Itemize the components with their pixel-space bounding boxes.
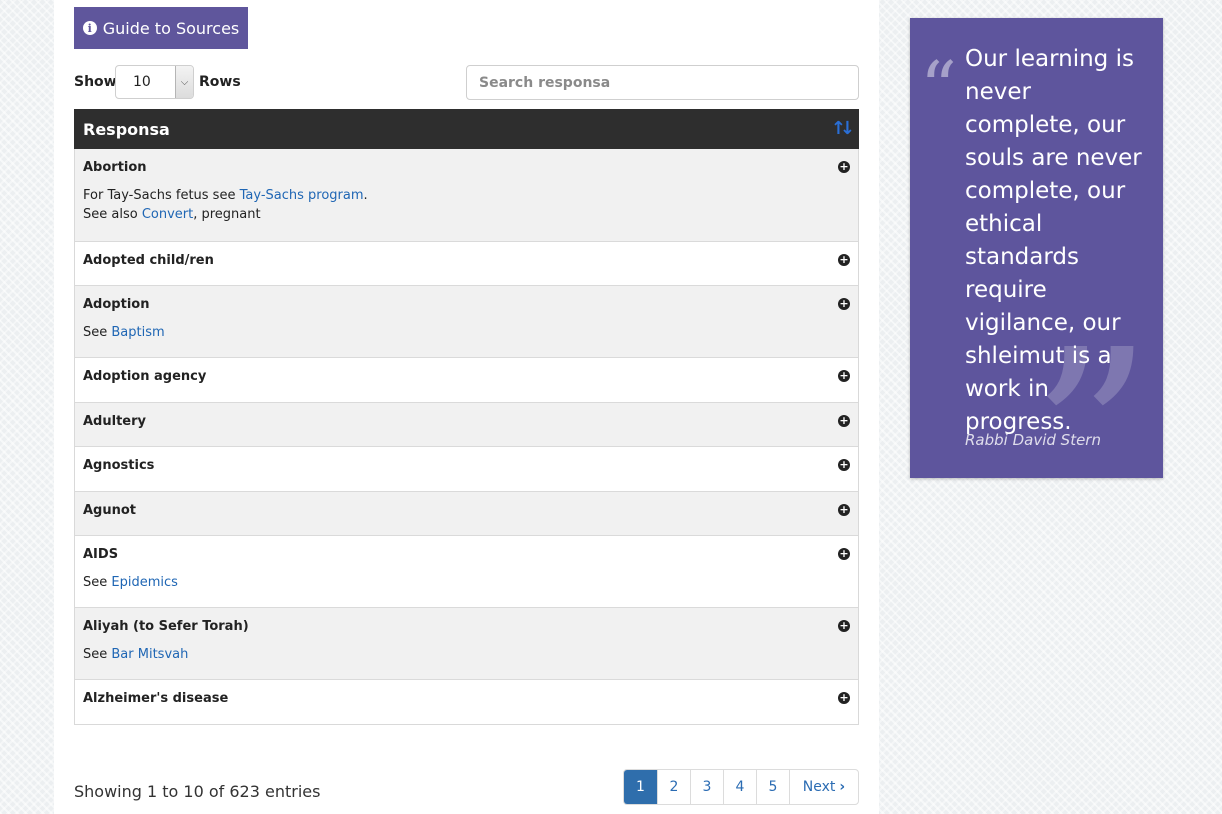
note-text: See [83,647,112,662]
row-title: Adultery [83,414,146,429]
page-button-3[interactable]: 3 [690,770,723,804]
table-row[interactable]: Abortion + For Tay-Sachs fetus see Tay-Sac… [75,149,858,241]
cross-reference-link[interactable]: Tay-Sachs program [240,188,364,203]
note-text: , pregnant [193,207,261,222]
cross-reference-link[interactable]: Convert [142,207,193,222]
quote-text: Our learning is never complete, our soul… [965,46,1142,435]
row-title: Aliyah (to Sefer Torah) [83,619,249,634]
responsa-table: Responsa ↑↓ Abortion + For Tay-Sachs fetus… [74,109,859,725]
expand-plus-icon[interactable]: + [838,459,850,471]
table-row[interactable]: Adopted child/ren + [75,241,858,285]
expand-plus-icon[interactable]: + [838,620,850,632]
row-title: AIDS [83,547,119,562]
table-header-title: Responsa [83,120,170,139]
expand-plus-icon[interactable]: + [838,692,850,704]
expand-plus-icon[interactable]: + [838,548,850,560]
row-title: Alzheimer's disease [83,691,229,706]
chevron-right-icon: › [839,779,846,795]
quote-author: Rabbi David Stern [965,431,1101,449]
pagination: 1 2 3 4 5 Next › [623,769,859,805]
note-text: See [83,325,112,340]
table-row[interactable]: Aliyah (to Sefer Torah) + See Bar Mitsvah [75,607,858,679]
row-title: Agunot [83,503,137,518]
row-note: See Bar Mitsvah [83,645,188,664]
next-label: Next [802,779,836,795]
table-row[interactable]: Alzheimer's disease + [75,679,858,724]
guide-to-sources-button[interactable]: i Guide to Sources [74,7,248,49]
table-row[interactable]: Adoption agency + [75,357,858,402]
row-title: Agnostics [83,458,155,473]
rows-label: Rows [199,74,241,90]
table-row[interactable]: Adultery + [75,402,858,446]
expand-plus-icon[interactable]: + [838,370,850,382]
expand-plus-icon[interactable]: + [838,298,850,310]
row-note: See Baptism [83,323,165,342]
entries-summary: Showing 1 to 10 of 623 entries [74,782,321,801]
row-title: Adoption [83,297,150,312]
table-row[interactable]: AIDS + See Epidemics [75,535,858,607]
row-note: See also Convert, pregnant [83,205,261,224]
table-header[interactable]: Responsa ↑↓ [74,109,859,149]
main-panel: i Guide to Sources Show 10 ⌵ Rows Respon… [54,0,879,814]
table-body: Abortion + For Tay-Sachs fetus see Tay-Sac… [75,149,858,724]
note-text: For Tay-Sachs fetus see [83,188,240,203]
open-quote-icon: “ [920,46,957,130]
search-input[interactable] [466,65,859,100]
row-note: See Epidemics [83,573,178,592]
cross-reference-link[interactable]: Epidemics [111,575,178,590]
row-title: Adoption agency [83,369,207,384]
expand-plus-icon[interactable]: + [838,504,850,516]
cross-reference-link[interactable]: Baptism [111,325,164,340]
quote-box: “ ” Our learning is never complete, our … [910,18,1163,478]
page-button-2[interactable]: 2 [657,770,690,804]
table-row[interactable]: Adoption + See Baptism [75,285,858,357]
page-button-4[interactable]: 4 [723,770,756,804]
note-text: . [363,188,368,203]
info-circle-icon: i [82,21,97,35]
row-note: For Tay-Sachs fetus see Tay-Sachs progra… [83,186,368,205]
rows-per-page-select[interactable]: 10 ⌵ [115,65,194,99]
show-label: Show [74,74,117,90]
guide-button-label: Guide to Sources [102,18,240,38]
note-text: See [83,575,112,590]
page-button-1[interactable]: 1 [624,770,657,804]
table-row[interactable]: Agnostics + [75,446,858,491]
next-page-button[interactable]: Next › [789,770,858,804]
page-button-5[interactable]: 5 [756,770,789,804]
row-title: Abortion [83,160,147,175]
table-row[interactable]: Agunot + [75,491,858,535]
sort-icon[interactable]: ↑↓ [831,118,855,139]
cross-reference-link[interactable]: Bar Mitsvah [111,647,188,662]
expand-plus-icon[interactable]: + [838,415,850,427]
rows-select-value: 10 [133,74,151,90]
chevron-down-icon: ⌵ [175,66,193,98]
expand-plus-icon[interactable]: + [838,161,850,173]
row-title: Adopted child/ren [83,253,214,268]
expand-plus-icon[interactable]: + [838,254,850,266]
note-text: See also [83,207,142,222]
